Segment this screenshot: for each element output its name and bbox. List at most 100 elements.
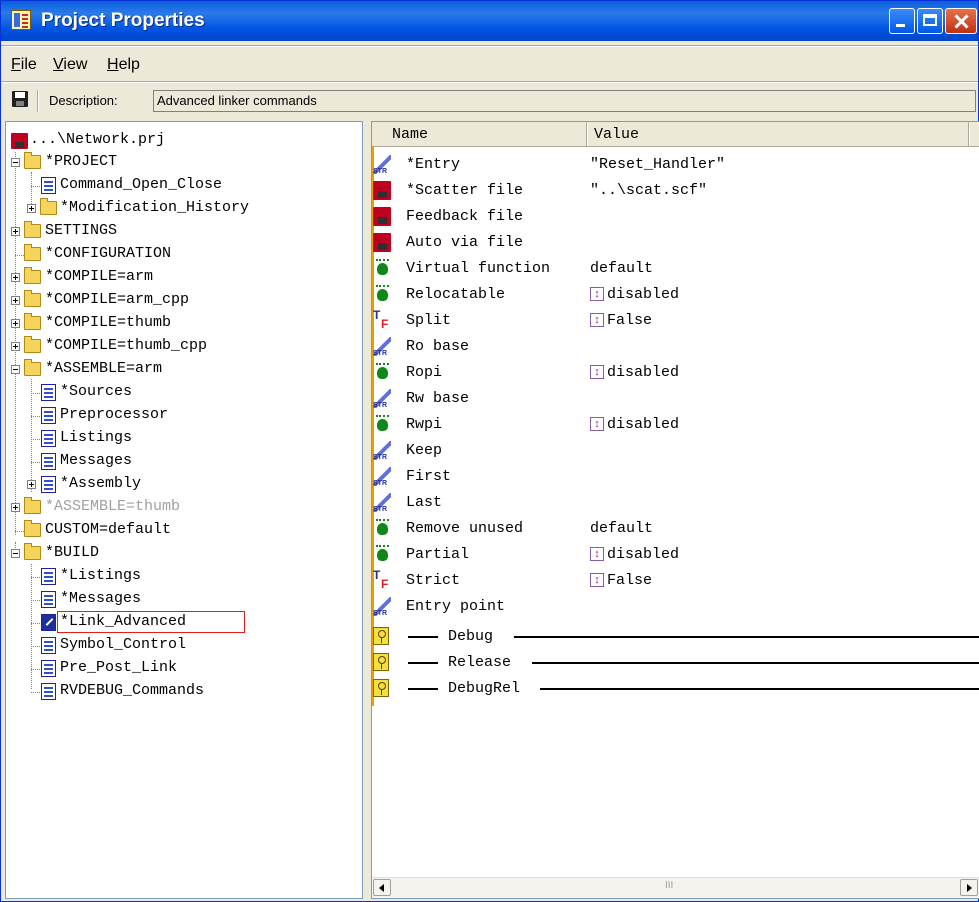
tree-item-listings[interactable]: Listings	[6, 428, 362, 450]
property-row-remove-unused[interactable]: Remove unused default	[372, 516, 979, 542]
properties-list[interactable]: Name Value *Entry "Reset_Handler" *Scatt…	[371, 121, 979, 899]
property-row-virtual-function[interactable]: Virtual function default	[372, 256, 979, 282]
expand-icon[interactable]	[11, 273, 20, 282]
folder-icon	[24, 267, 41, 284]
tree-item-compile-thumb-cpp[interactable]: *COMPILE=thumb_cpp	[6, 336, 362, 358]
property-row-rwpi[interactable]: Rwpi ↕ disabled	[372, 412, 979, 438]
menu-help[interactable]: Help	[107, 56, 140, 74]
scroll-right-button[interactable]	[960, 879, 978, 896]
expand-icon[interactable]	[11, 342, 20, 351]
group-rule	[540, 688, 979, 690]
group-label: Release	[448, 654, 512, 671]
tree-item-compile-thumb[interactable]: *COMPILE=thumb	[6, 313, 362, 335]
tree-item-project[interactable]: *PROJECT	[6, 152, 362, 174]
property-value[interactable]: "..\scat.scf"	[590, 182, 707, 199]
toolbar-separator	[37, 90, 39, 112]
group-rule	[408, 662, 438, 664]
expand-icon[interactable]	[27, 204, 36, 213]
horizontal-scrollbar[interactable]: III	[372, 877, 979, 898]
tree-item-rvdebug-commands[interactable]: RVDEBUG_Commands	[6, 681, 362, 703]
tree-item-symbol-control[interactable]: Symbol_Control	[6, 635, 362, 657]
document-icon	[41, 660, 56, 677]
menu-view[interactable]: View	[53, 56, 87, 74]
group-row-release[interactable]: Release	[372, 650, 979, 676]
tree-item-configuration[interactable]: *CONFIGURATION	[6, 244, 362, 266]
toggle-icon[interactable]: ↕	[590, 313, 604, 327]
tree-item-link-advanced[interactable]: *Link_Advanced	[6, 611, 362, 634]
property-name: Virtual function	[406, 260, 551, 277]
tree-item-build-listings[interactable]: *Listings	[6, 566, 362, 588]
minimize-button[interactable]	[889, 8, 915, 34]
property-value[interactable]: default	[590, 520, 653, 537]
title-bar[interactable]: Project Properties	[1, 1, 978, 41]
property-row-relocatable[interactable]: Relocatable ↕ disabled	[372, 282, 979, 308]
toggle-icon[interactable]: ↕	[590, 547, 604, 561]
column-divider[interactable]	[586, 122, 588, 146]
toggle-icon[interactable]: ↕	[590, 573, 604, 587]
document-icon	[41, 177, 56, 194]
scroll-left-button[interactable]	[373, 879, 391, 896]
expand-icon[interactable]	[11, 319, 20, 328]
property-value[interactable]: "Reset_Handler"	[590, 156, 725, 173]
collapse-icon[interactable]	[11, 365, 20, 374]
property-row-ro-base[interactable]: Ro base	[372, 334, 979, 360]
tree-item-preprocessor[interactable]: Preprocessor	[6, 405, 362, 427]
toggle-icon[interactable]: ↕	[590, 365, 604, 379]
collapse-icon[interactable]	[11, 158, 20, 167]
expand-icon[interactable]	[11, 503, 20, 512]
column-value-header[interactable]: Value	[594, 126, 639, 143]
tree-item-compile-arm-cpp[interactable]: *COMPILE=arm_cpp	[6, 290, 362, 312]
menu-file[interactable]: File	[11, 56, 37, 74]
close-button[interactable]	[945, 8, 977, 34]
property-row-ropi[interactable]: Ropi ↕ disabled	[372, 360, 979, 386]
tree-item-build[interactable]: *BUILD	[6, 543, 362, 565]
tree-item-assemble-thumb[interactable]: *ASSEMBLE=thumb	[6, 497, 362, 519]
tree-item-assemble-arm[interactable]: *ASSEMBLE=arm	[6, 359, 362, 381]
tree-item-pre-post-link[interactable]: Pre_Post_Link	[6, 658, 362, 680]
property-row-first[interactable]: First	[372, 464, 979, 490]
collapse-icon[interactable]	[11, 549, 20, 558]
maximize-button[interactable]	[917, 8, 943, 34]
property-row-split[interactable]: Split ↕ False	[372, 308, 979, 334]
tree-item-assembly[interactable]: *Assembly	[6, 474, 362, 496]
tree-item-settings[interactable]: SETTINGS	[6, 221, 362, 243]
group-row-debug[interactable]: Debug	[372, 624, 979, 650]
column-name-header[interactable]: Name	[392, 126, 428, 143]
expand-icon[interactable]	[11, 227, 20, 236]
property-row-entry[interactable]: *Entry "Reset_Handler"	[372, 152, 979, 178]
property-row-partial[interactable]: Partial ↕ disabled	[372, 542, 979, 568]
tree-item-build-messages[interactable]: *Messages	[6, 589, 362, 611]
document-icon	[41, 568, 56, 585]
description-field[interactable]: Advanced linker commands	[153, 90, 976, 112]
tree-item-sources[interactable]: *Sources	[6, 382, 362, 404]
toggle-icon[interactable]: ↕	[590, 417, 604, 431]
tree-item-custom-default[interactable]: CUSTOM=default	[6, 520, 362, 542]
folder-icon	[24, 543, 41, 560]
property-row-last[interactable]: Last	[372, 490, 979, 516]
tree-item-compile-arm[interactable]: *COMPILE=arm	[6, 267, 362, 289]
save-icon[interactable]	[12, 91, 28, 107]
property-name: First	[406, 468, 452, 485]
tree-item-command-open-close[interactable]: Command_Open_Close	[6, 175, 362, 197]
project-tree[interactable]: ...\Network.prj *PROJECT Command_Open_Cl…	[5, 121, 363, 899]
expand-icon[interactable]	[27, 480, 36, 489]
property-row-entry-point[interactable]: Entry point	[372, 594, 979, 620]
toggle-icon[interactable]: ↕	[590, 287, 604, 301]
column-divider[interactable]	[968, 122, 970, 146]
group-row-debugrel[interactable]: DebugRel	[372, 676, 979, 702]
property-row-scatter-file[interactable]: *Scatter file "..\scat.scf"	[372, 178, 979, 204]
tree-item-root[interactable]: ...\Network.prj	[6, 130, 362, 152]
folder-icon	[24, 290, 41, 307]
property-row-keep[interactable]: Keep	[372, 438, 979, 464]
scroll-grip[interactable]: III	[665, 880, 673, 891]
property-row-auto-via-file[interactable]: Auto via file	[372, 230, 979, 256]
property-row-rw-base[interactable]: Rw base	[372, 386, 979, 412]
property-row-feedback-file[interactable]: Feedback file	[372, 204, 979, 230]
pane-splitter[interactable]	[363, 121, 371, 899]
tree-item-modification-history[interactable]: *Modification_History	[6, 198, 362, 220]
expand-icon[interactable]	[11, 296, 20, 305]
property-value[interactable]: default	[590, 260, 653, 277]
group-rule	[514, 636, 979, 638]
property-row-strict[interactable]: Strict ↕ False	[372, 568, 979, 594]
tree-item-messages[interactable]: Messages	[6, 451, 362, 473]
